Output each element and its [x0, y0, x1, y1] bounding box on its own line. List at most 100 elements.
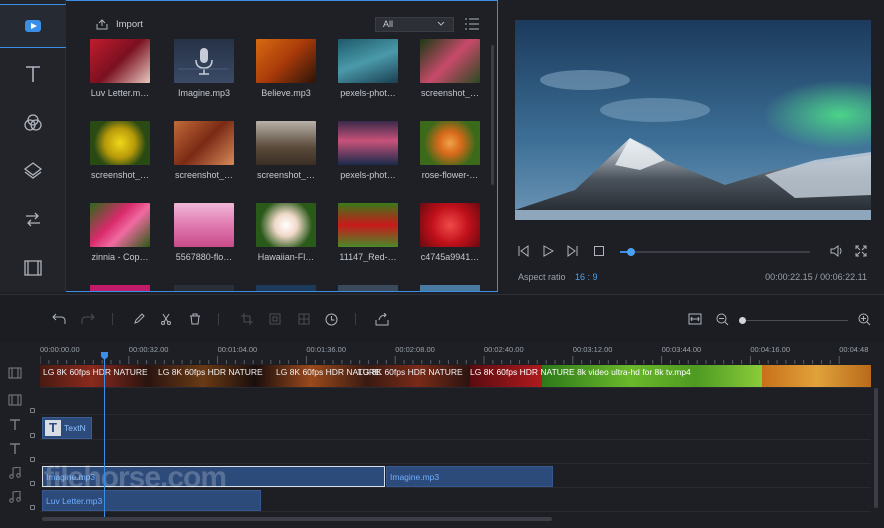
watermark: filehorse.com: [44, 461, 227, 494]
lock-icon[interactable]: [30, 457, 35, 462]
progress-handle[interactable]: [627, 248, 636, 256]
export-icon: [375, 312, 389, 325]
audio-clip-2[interactable]: Imagine.mp3: [386, 466, 553, 487]
zoom-out-button[interactable]: [714, 311, 730, 327]
crop-icon: [241, 313, 253, 325]
playback-progress-slider[interactable]: [620, 248, 810, 256]
video-clip[interactable]: LG 8K 60fps HDR NATURE LG 8K 60fps HDR N…: [40, 365, 871, 387]
media-thumbnail: [174, 39, 234, 83]
mosaic-button[interactable]: [296, 311, 312, 327]
ruler-tick-label: 00:01:36.00: [306, 345, 347, 354]
media-item[interactable]: screenshot_…: [412, 39, 488, 98]
filters-tab[interactable]: [0, 101, 66, 145]
media-item-name: screenshot_…: [420, 88, 480, 98]
media-thumbnail: [90, 39, 150, 83]
timeline-vertical-scrollbar[interactable]: [874, 388, 878, 508]
fit-timeline-button[interactable]: [687, 311, 703, 327]
media-item[interactable]: Luv Letter.m…: [82, 39, 158, 98]
undo-icon: [52, 313, 66, 324]
export-button[interactable]: [374, 311, 390, 327]
media-item[interactable]: screenshot_…: [82, 121, 158, 180]
duration-button[interactable]: [323, 311, 339, 327]
previous-frame-button[interactable]: [518, 245, 530, 259]
media-thumbnail-partial[interactable]: [90, 285, 150, 291]
media-thumbnail: [420, 203, 480, 247]
redo-button[interactable]: [80, 311, 96, 327]
media-thumbnail-partial[interactable]: [256, 285, 316, 291]
zoom-in-button[interactable]: [856, 311, 872, 327]
time-ruler[interactable]: 00:00:00.00 00:00:32.00 00:01:04.00 00:01:3…: [40, 342, 884, 364]
fit-width-icon: [688, 313, 702, 325]
media-filter-select[interactable]: All: [375, 17, 454, 32]
aspect-ratio-select[interactable]: 16 : 9: [575, 272, 598, 282]
text-clip[interactable]: T TextN: [42, 417, 92, 439]
play-icon: [543, 245, 555, 257]
video-clip-label-2: LG 8K 60fps HDR NATURE: [158, 367, 263, 377]
next-frame-button[interactable]: [566, 245, 578, 259]
media-item[interactable]: 11147_Red-…: [330, 203, 406, 262]
import-button[interactable]: Import: [96, 19, 143, 30]
list-view-button[interactable]: [465, 18, 479, 32]
ruler-tick-label: 00:00:00.00: [40, 345, 80, 354]
media-thumbnail-partial[interactable]: [338, 285, 398, 291]
preview-panel: Aspect ratio 16 : 9 00:00:22.15 / 00:06:…: [500, 0, 884, 292]
delete-button[interactable]: [187, 311, 203, 327]
zoom-in-icon: [858, 313, 870, 325]
timeline-horizontal-scrollbar[interactable]: [42, 517, 552, 521]
film-strip-icon: [8, 394, 22, 406]
media-item[interactable]: zinnia - Cop…: [82, 203, 158, 262]
step-forward-icon: [567, 245, 578, 257]
media-item[interactable]: Imagine.mp3: [166, 39, 242, 98]
media-item[interactable]: c4745a9941…: [412, 203, 488, 262]
transitions-tab[interactable]: [0, 197, 66, 241]
text-track: T TextN: [40, 416, 871, 440]
lock-icon[interactable]: [30, 408, 35, 413]
media-item[interactable]: Believe.mp3: [248, 39, 324, 98]
text-icon: [26, 66, 40, 82]
filters-icon: [24, 114, 42, 131]
import-label: Import: [116, 19, 143, 30]
video-clip-label-4: LG 8K 60fps HDR NATURE: [358, 367, 463, 377]
timeline-toolbar: [0, 294, 884, 342]
lock-icon[interactable]: [30, 433, 35, 438]
zoom-handle[interactable]: [739, 317, 746, 324]
media-scrollbar[interactable]: [491, 45, 494, 185]
media-item[interactable]: Hawaiian-Fl…: [248, 203, 324, 262]
crop-button[interactable]: [239, 311, 255, 327]
elements-tab[interactable]: [0, 246, 66, 290]
lock-icon[interactable]: [30, 481, 35, 486]
media-thumbnail-partial[interactable]: [420, 285, 480, 291]
media-thumbnail: [90, 203, 150, 247]
volume-button[interactable]: [830, 245, 844, 259]
text-tab[interactable]: [0, 52, 66, 96]
media-item[interactable]: pexels-phot…: [330, 121, 406, 180]
media-thumbnail: [338, 39, 398, 83]
media-item[interactable]: 5567880-flo…: [166, 203, 242, 262]
media-item[interactable]: screenshot_…: [248, 121, 324, 180]
media-item[interactable]: rose-flower-…: [412, 121, 488, 180]
zoom-crop-button[interactable]: [267, 311, 283, 327]
stop-button[interactable]: [593, 245, 605, 259]
split-button[interactable]: [158, 311, 174, 327]
zoom-slider[interactable]: [739, 317, 848, 324]
media-thumbnail-partial[interactable]: [174, 285, 234, 291]
undo-button[interactable]: [51, 311, 67, 327]
left-sidebar: [0, 0, 66, 292]
fullscreen-button[interactable]: [855, 245, 867, 259]
media-item[interactable]: screenshot_…: [166, 121, 242, 180]
text-track-header: [0, 416, 40, 440]
overlays-tab[interactable]: [0, 149, 66, 193]
media-tab[interactable]: [0, 4, 66, 48]
playhead[interactable]: [101, 352, 108, 520]
ruler-tick-label: 00:03:44.00: [661, 345, 702, 354]
media-item[interactable]: pexels-phot…: [330, 39, 406, 98]
lock-icon[interactable]: [30, 505, 35, 510]
step-back-icon: [518, 245, 529, 257]
music-track-header: [0, 464, 40, 488]
video-clip-title: LG 8K 60fps HDR NATURE 8k video ultra-hd…: [470, 367, 691, 377]
play-button[interactable]: [542, 245, 555, 259]
list-icon: [465, 18, 479, 30]
edit-button[interactable]: [131, 311, 147, 327]
text-track-2-header: [0, 440, 40, 464]
pencil-icon: [134, 313, 145, 324]
